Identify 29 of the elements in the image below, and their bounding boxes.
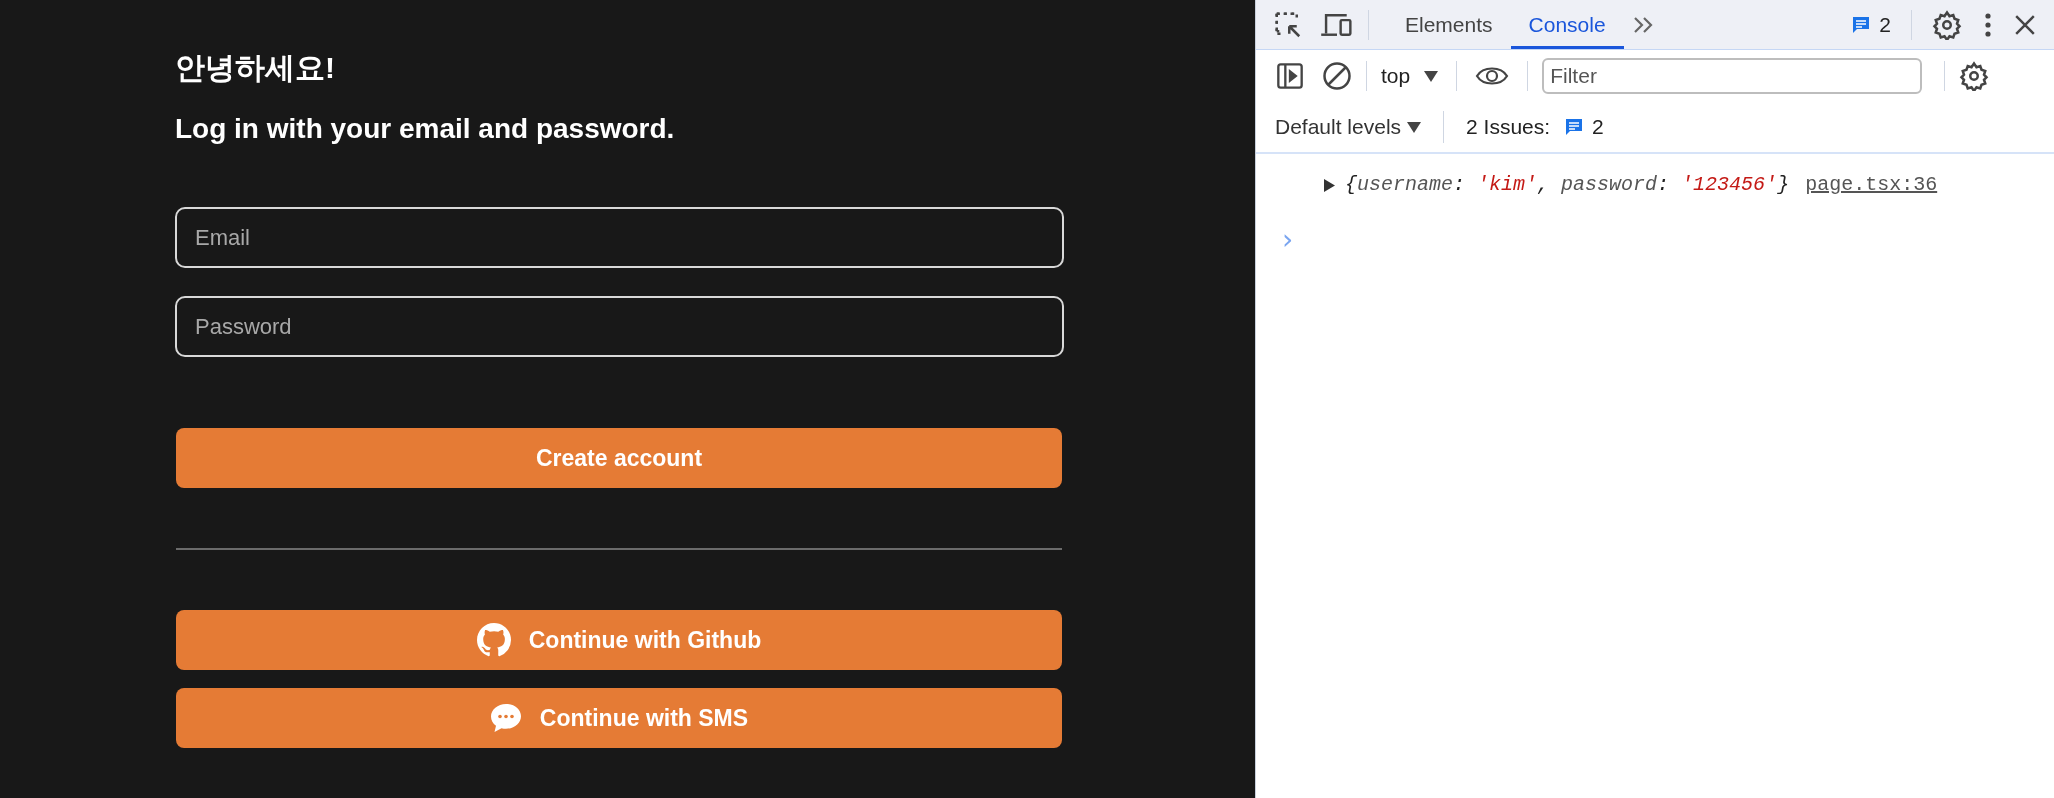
eye-icon[interactable]	[1475, 64, 1510, 88]
issues-counter[interactable]: 2	[1851, 8, 1891, 41]
clear-console-icon[interactable]	[1322, 61, 1352, 91]
devtools-tab[interactable]: Console	[1510, 0, 1624, 49]
issues-count: 2	[1879, 11, 1891, 38]
context-dropdown[interactable]: top	[1381, 60, 1439, 92]
kebab-menu-icon[interactable]	[1984, 11, 1992, 38]
source-link[interactable]: page.tsx:36	[1805, 170, 1938, 200]
expand-triangle-icon[interactable]	[1324, 178, 1335, 192]
login-subtitle: Log in with your email and password.	[175, 112, 675, 146]
greeting-heading: 안녕하세요!	[175, 50, 335, 86]
filter-field[interactable]: Filter	[1542, 58, 1923, 94]
password-field[interactable]: Password	[175, 296, 1064, 357]
sidebar-toggle-icon[interactable]	[1276, 62, 1304, 90]
github-icon	[476, 623, 511, 657]
caret-icon	[1407, 121, 1422, 133]
message-icon	[1851, 14, 1872, 35]
issues-link[interactable]: 2	[1564, 111, 1604, 143]
message-icon	[1564, 117, 1585, 137]
caret-icon	[1424, 70, 1439, 82]
console-object-preview: {username: 'kim', password: '123456'}	[1345, 172, 1790, 198]
close-icon[interactable]	[2014, 13, 2036, 36]
log-levels-dropdown[interactable]: Default levels	[1275, 111, 1422, 143]
settings-icon[interactable]	[1959, 61, 1990, 91]
email-field[interactable]: Email	[175, 207, 1064, 268]
issues-label: 2 Issues:	[1466, 114, 1551, 141]
devtools-tab[interactable]: Elements	[1387, 0, 1511, 49]
settings-icon[interactable]	[1932, 9, 1962, 40]
chat-bubble-icon	[489, 703, 522, 733]
